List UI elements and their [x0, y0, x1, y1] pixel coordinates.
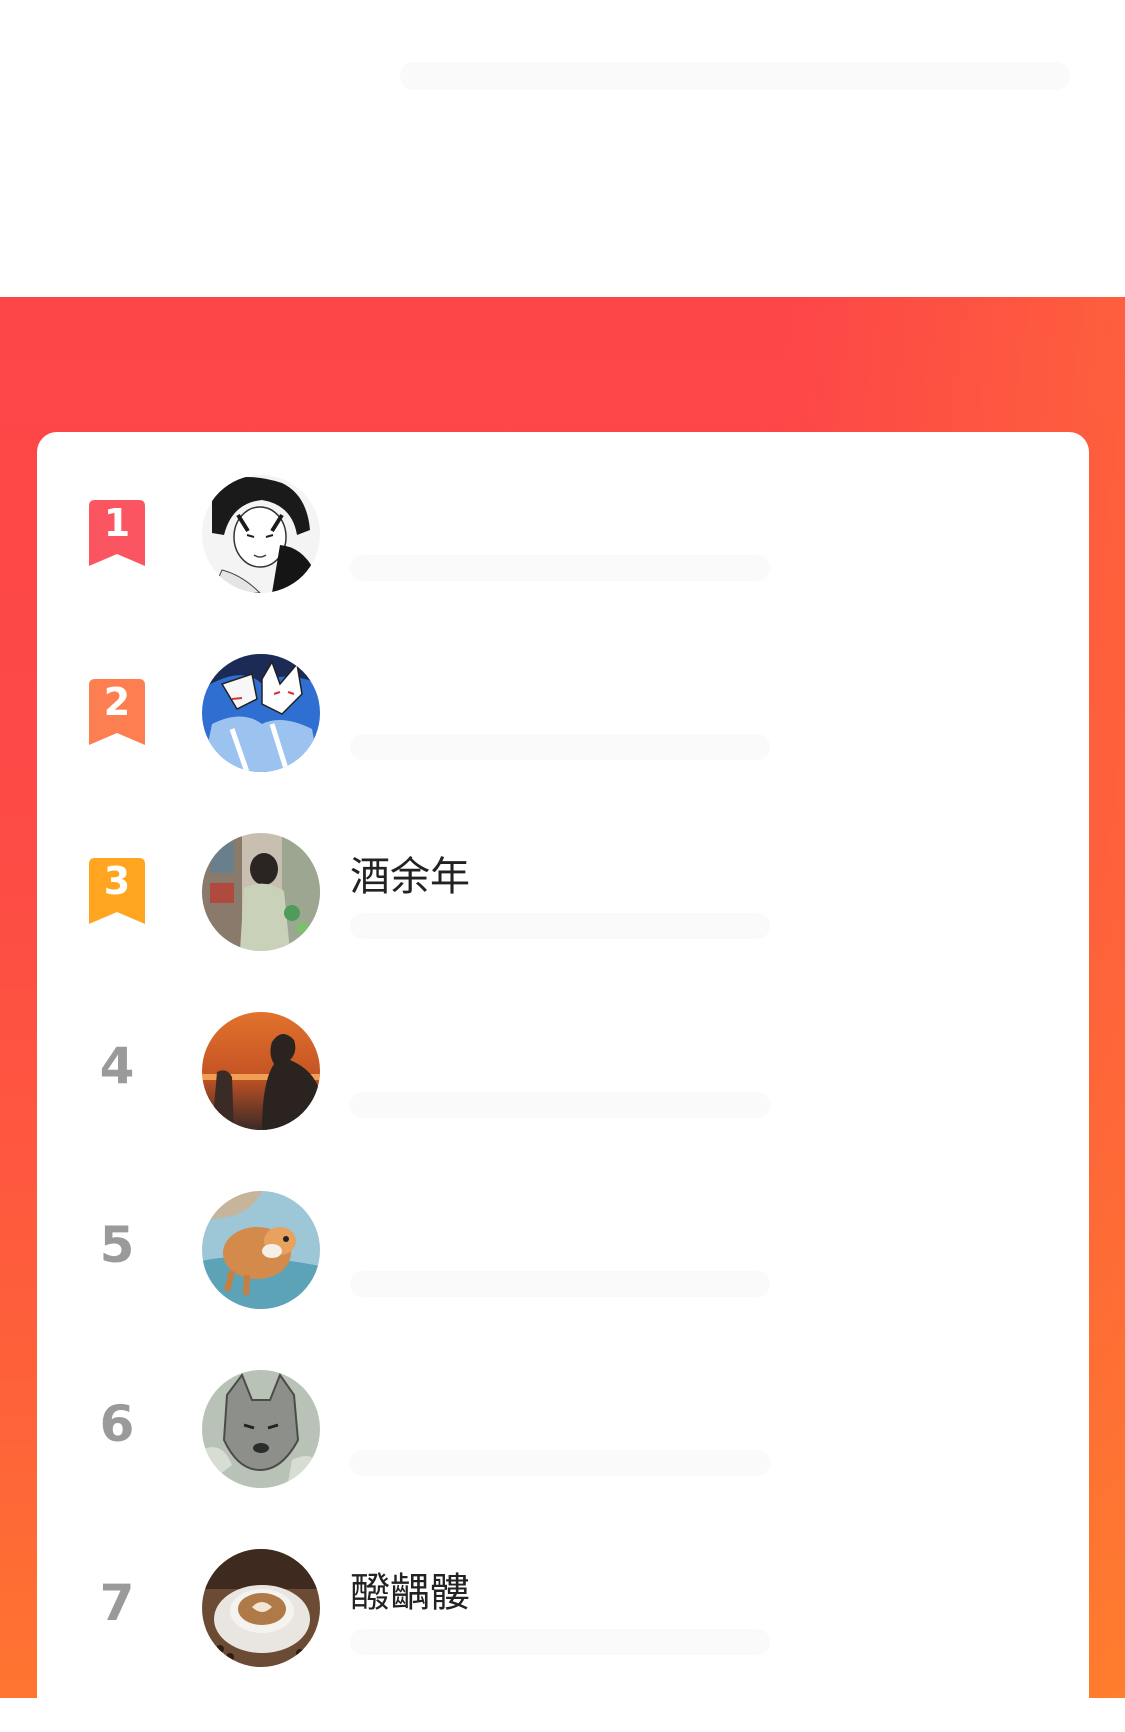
ranking-row[interactable]: 2: [37, 649, 1089, 789]
manga-boy-avatar-icon[interactable]: [202, 475, 320, 593]
ranking-list: 1 2 3 酒余年 4 5 6 7 醱齵髏: [37, 432, 1089, 1732]
rank-number: 5: [99, 1216, 135, 1274]
puppy-avatar-icon[interactable]: [202, 1191, 320, 1309]
user-subtitle-placeholder: [350, 734, 770, 760]
coffee-cup-avatar-icon[interactable]: [202, 1549, 320, 1667]
wolf-avatar-icon[interactable]: [202, 1370, 320, 1488]
top-header-area: [0, 0, 1125, 297]
rank-ribbon-icon: 1: [87, 500, 147, 566]
ranking-row[interactable]: 1: [37, 470, 1089, 610]
rank-number: 7: [99, 1574, 135, 1632]
user-subtitle-placeholder: [350, 1450, 770, 1476]
sunset-silhouette-avatar-icon[interactable]: [202, 1012, 320, 1130]
user-subtitle-placeholder: [350, 555, 770, 581]
header-placeholder: [400, 62, 1070, 90]
rank-ribbon-icon: 3: [87, 858, 147, 924]
rank-number: 6: [99, 1395, 135, 1453]
ranking-row[interactable]: 3 酒余年: [37, 828, 1089, 968]
rank-number: 3: [103, 859, 131, 903]
ranking-row[interactable]: 4: [37, 1007, 1089, 1147]
ranking-row[interactable]: 5: [37, 1186, 1089, 1326]
user-subtitle-placeholder: [350, 1271, 770, 1297]
rank-number: 1: [103, 501, 131, 545]
user-subtitle-placeholder: [350, 1629, 770, 1655]
rank-ribbon-icon: 2: [87, 679, 147, 745]
rank-number: 2: [103, 680, 131, 724]
user-name[interactable]: 酒余年: [350, 853, 470, 901]
fox-mask-avatar-icon[interactable]: [202, 654, 320, 772]
ranking-row[interactable]: 6: [37, 1365, 1089, 1505]
user-subtitle-placeholder: [350, 913, 770, 939]
anime-street-avatar-icon[interactable]: [202, 833, 320, 951]
user-subtitle-placeholder: [350, 1092, 770, 1118]
ranking-row[interactable]: 7 醱齵髏: [37, 1544, 1089, 1684]
rank-number: 4: [99, 1037, 135, 1095]
user-name[interactable]: 醱齵髏: [350, 1569, 470, 1617]
